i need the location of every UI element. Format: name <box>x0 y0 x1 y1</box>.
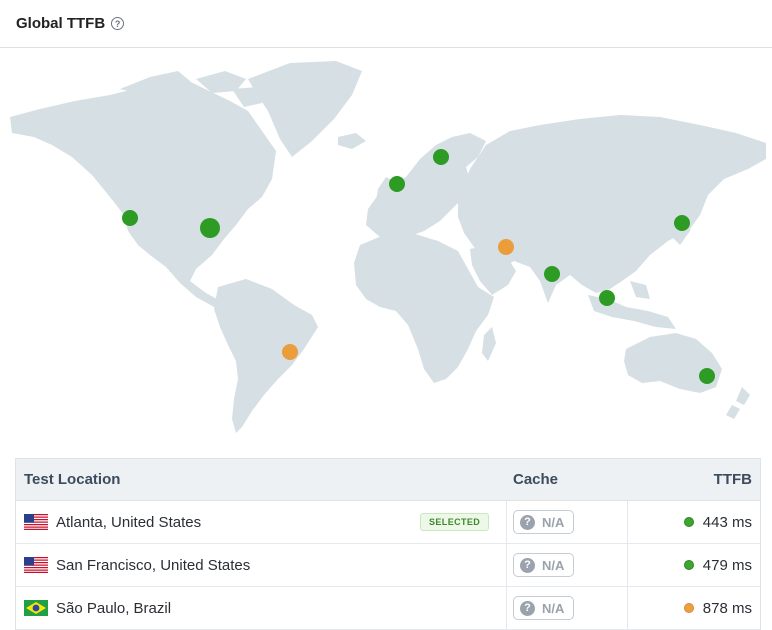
north-america-landmass <box>10 79 276 311</box>
location-name: São Paulo, Brazil <box>56 599 172 617</box>
header-cache[interactable]: Cache <box>507 459 628 500</box>
marker-sydney[interactable] <box>699 368 715 384</box>
status-dot-icon <box>683 603 694 613</box>
marker-atlanta[interactable] <box>200 218 220 238</box>
ttfb-cell: 878 ms <box>628 587 760 629</box>
table-header-row: Test Location Cache TTFB <box>16 459 760 501</box>
us-flag-icon <box>24 514 48 530</box>
marker-dubai[interactable] <box>498 239 514 255</box>
question-circle-icon[interactable]: ? <box>111 17 125 30</box>
marker-stockholm[interactable] <box>433 149 449 165</box>
ttfb-value: 479 ms <box>702 556 752 574</box>
panel-header: Global TTFB ? <box>0 0 772 48</box>
selected-badge: SELECTED <box>420 513 490 531</box>
marker-sao-paulo[interactable] <box>282 344 298 360</box>
madagascar-landmass <box>482 327 496 361</box>
cache-value: N/A <box>542 514 565 530</box>
ttfb-cell: 479 ms <box>628 544 760 586</box>
ttfb-cell: 443 ms <box>628 501 760 543</box>
marker-tokyo[interactable] <box>674 215 690 231</box>
location-cell: São Paulo, Brazil <box>16 587 507 629</box>
panel-title: Global TTFB <box>16 15 106 32</box>
australia-landmass <box>624 333 722 393</box>
cache-status-pill: ? N/A <box>513 510 575 534</box>
table-row[interactable]: São Paulo, Brazil ? N/A 878 ms <box>16 587 760 630</box>
cache-cell: ? N/A <box>507 587 628 629</box>
ttfb-value: 443 ms <box>702 513 752 531</box>
us-flag-icon <box>24 557 48 573</box>
cache-status-pill: ? N/A <box>513 553 575 577</box>
brazil-flag-icon <box>24 600 48 616</box>
question-icon: ? <box>520 514 535 530</box>
location-cell: San Francisco, United States <box>16 544 507 586</box>
question-icon: ? <box>520 600 535 616</box>
ttfb-value: 878 ms <box>702 599 752 617</box>
table-row[interactable]: Atlanta, United States SELECTED ? N/A 44… <box>16 501 760 544</box>
new-zealand-landmass <box>726 387 750 419</box>
location-cell: Atlanta, United States SELECTED <box>16 501 507 543</box>
cache-cell: ? N/A <box>507 501 628 543</box>
cache-value: N/A <box>542 557 565 573</box>
status-dot-icon <box>683 517 694 527</box>
marker-mumbai[interactable] <box>544 266 560 282</box>
results-table: Test Location Cache TTFB Atlanta, United… <box>15 458 761 630</box>
header-ttfb[interactable]: TTFB <box>628 459 760 500</box>
cache-status-pill: ? N/A <box>513 596 575 620</box>
south-america-landmass <box>214 279 318 433</box>
marker-london[interactable] <box>389 176 405 192</box>
table-row[interactable]: San Francisco, United States ? N/A 479 m… <box>16 544 760 587</box>
world-map <box>0 49 772 449</box>
location-name: Atlanta, United States <box>56 513 202 531</box>
cache-cell: ? N/A <box>507 544 628 586</box>
location-name: San Francisco, United States <box>56 556 251 574</box>
question-icon: ? <box>520 557 535 573</box>
status-dot-icon <box>683 560 694 570</box>
header-location[interactable]: Test Location <box>16 459 507 500</box>
cache-value: N/A <box>542 600 565 616</box>
marker-san-francisco[interactable] <box>122 210 138 226</box>
marker-singapore[interactable] <box>599 290 615 306</box>
iceland-landmass <box>338 133 366 149</box>
